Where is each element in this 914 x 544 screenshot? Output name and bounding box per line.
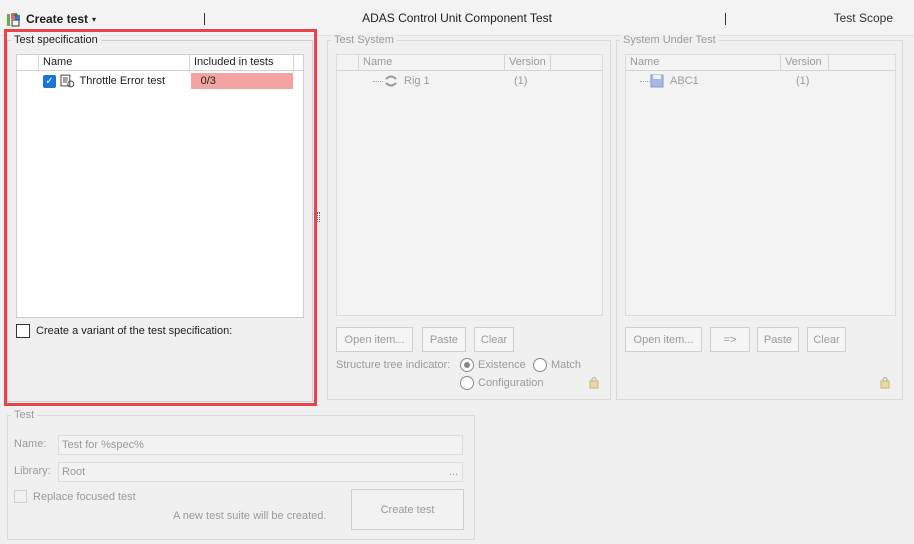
- row-version: (1): [796, 75, 810, 87]
- column-header-name[interactable]: Name: [626, 55, 781, 71]
- existence-radio[interactable]: [460, 358, 474, 372]
- test-specification-tree[interactable]: Name Included in tests ✓ Throttle Error …: [16, 54, 304, 318]
- test-group: Test Name: Test for %spec% Library: Root…: [7, 409, 475, 540]
- existence-option[interactable]: Existence: [460, 358, 526, 372]
- paste-button[interactable]: Paste: [422, 327, 466, 352]
- rig-icon: [385, 75, 397, 87]
- tree-connector: [373, 80, 383, 82]
- window-title: ADAS Control Unit Component Test: [362, 11, 552, 25]
- tree-row[interactable]: Rig 1 (1): [373, 73, 593, 89]
- test-spec-icon: [60, 74, 75, 88]
- column-header-version[interactable]: Version: [781, 55, 829, 71]
- header-spacer: [17, 55, 39, 71]
- new-suite-notice: A new test suite will be created.: [173, 510, 327, 522]
- column-header-name[interactable]: Name: [359, 55, 505, 71]
- tree-header: Name Version: [626, 55, 895, 71]
- clear-button[interactable]: Clear: [474, 327, 514, 352]
- clear-button[interactable]: Clear: [807, 327, 846, 352]
- replace-focused-label: Replace focused test: [33, 490, 136, 503]
- system-under-test-group: System Under Test Name Version ABC1 (1) …: [616, 34, 903, 400]
- variant-row: Create a variant of the test specificati…: [16, 324, 232, 338]
- tree-row[interactable]: ✓ Throttle Error test 0/3: [43, 73, 293, 89]
- row-name: ABC1: [670, 75, 699, 87]
- group-title: System Under Test: [620, 34, 719, 46]
- test-system-tree[interactable]: Name Version Rig 1 (1): [336, 54, 603, 316]
- splitter-grip[interactable]: [317, 212, 320, 222]
- name-label: Name:: [14, 438, 47, 450]
- open-item-button[interactable]: Open item...: [336, 327, 413, 352]
- match-label: Match: [551, 359, 581, 371]
- tree-header: Name Version: [337, 55, 602, 71]
- transfer-arrow-button[interactable]: =>: [710, 327, 750, 352]
- row-name: Throttle Error test: [79, 75, 166, 87]
- toolbar-separator: [725, 13, 726, 25]
- column-header-name[interactable]: Name: [39, 55, 190, 71]
- column-header-included[interactable]: Included in tests: [190, 55, 294, 71]
- test-name-field[interactable]: Test for %spec%: [58, 435, 463, 455]
- existence-label: Existence: [478, 359, 526, 371]
- configuration-label: Configuration: [478, 377, 544, 389]
- structure-indicator-label: Structure tree indicator:: [336, 359, 451, 371]
- paste-button[interactable]: Paste: [757, 327, 799, 352]
- library-label: Library:: [14, 465, 51, 477]
- row-version: (1): [514, 75, 528, 87]
- column-header-version[interactable]: Version: [505, 55, 551, 71]
- toolbar: Create test ▾ ADAS Control Unit Componen…: [0, 0, 914, 36]
- row-checkbox[interactable]: ✓: [43, 74, 56, 88]
- lock-icon[interactable]: [879, 375, 891, 389]
- row-name: Rig 1: [404, 75, 430, 87]
- library-field[interactable]: Root ...: [58, 462, 463, 482]
- variant-label: Create a variant of the test specificati…: [36, 325, 233, 337]
- configuration-radio[interactable]: [460, 376, 474, 390]
- component-icon: [650, 74, 664, 88]
- test-system-group: Test System Name Version Rig 1 (1) Open …: [327, 34, 611, 400]
- test-scope-label: Test Scope: [833, 11, 893, 25]
- open-item-button[interactable]: Open item...: [625, 327, 702, 352]
- library-value: Root: [62, 466, 86, 478]
- system-under-test-tree[interactable]: Name Version ABC1 (1): [625, 54, 896, 316]
- lock-icon[interactable]: [588, 375, 600, 389]
- library-browse-button[interactable]: ...: [449, 463, 458, 481]
- header-spacer: [337, 55, 359, 71]
- test-specification-group: Test specification Name Included in test…: [7, 34, 313, 402]
- replace-focused-checkbox[interactable]: [14, 490, 27, 503]
- configuration-option[interactable]: Configuration: [460, 376, 543, 390]
- tree-header: Name Included in tests: [17, 55, 303, 71]
- tree-row[interactable]: ABC1 (1): [640, 73, 880, 89]
- tree-connector: [640, 80, 650, 82]
- replace-focused-row: Replace focused test: [14, 490, 136, 503]
- included-count-cell: 0/3: [190, 73, 293, 89]
- group-title: Test System: [331, 34, 397, 46]
- create-test-button[interactable]: Create test: [351, 489, 464, 530]
- variant-checkbox[interactable]: [16, 324, 30, 338]
- group-title: Test: [11, 409, 38, 421]
- match-option[interactable]: Match: [533, 358, 581, 372]
- match-radio[interactable]: [533, 358, 547, 372]
- group-title: Test specification: [11, 34, 101, 46]
